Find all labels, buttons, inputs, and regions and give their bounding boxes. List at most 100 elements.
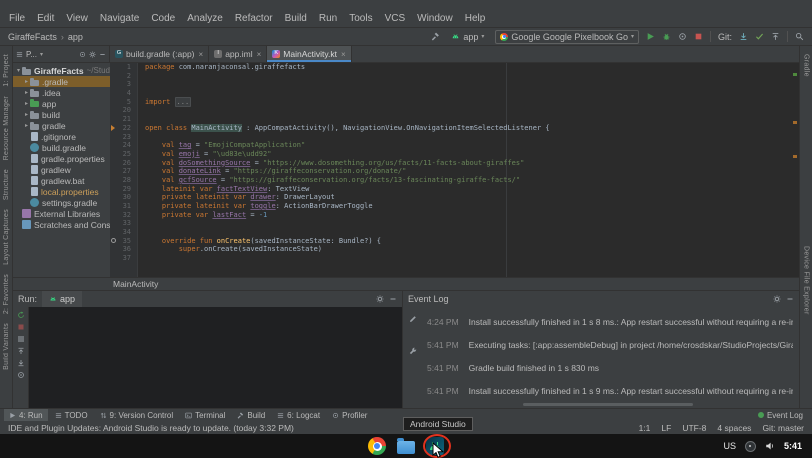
code-line[interactable]: 23 xyxy=(110,133,799,142)
edit-filters-icon[interactable] xyxy=(409,315,417,323)
tree-item-gradlew.bat[interactable]: gradlew.bat xyxy=(13,175,110,186)
tool-button-1--project[interactable]: 1: Project xyxy=(3,54,10,87)
tree-item-.gitignore[interactable]: .gitignore xyxy=(13,131,110,142)
menu-build[interactable]: Build xyxy=(280,12,312,25)
tree-item-app[interactable]: ▸app xyxy=(13,98,110,109)
status-widget-utf-8[interactable]: UTF-8 xyxy=(682,423,706,433)
logcat-icon[interactable] xyxy=(277,412,284,419)
panel-settings-icon[interactable] xyxy=(773,295,781,303)
menu-navigate[interactable]: Navigate xyxy=(95,12,144,25)
tool-window-button-event-log[interactable]: Event Log xyxy=(753,411,808,420)
menu-vcs[interactable]: VCS xyxy=(380,12,411,25)
menu-analyze[interactable]: Analyze xyxy=(182,12,228,25)
chevron-down-icon[interactable]: ▾ xyxy=(40,51,43,58)
line-number[interactable]: 24 xyxy=(110,141,137,150)
menu-code[interactable]: Code xyxy=(146,12,180,25)
line-number[interactable]: 27 xyxy=(110,167,137,176)
git-push-icon[interactable] xyxy=(771,32,780,41)
menu-help[interactable]: Help xyxy=(460,12,491,25)
status-message[interactable]: IDE and Plugin Updates: Android Studio i… xyxy=(8,423,294,433)
code-line[interactable]: 20 xyxy=(110,106,799,115)
menu-window[interactable]: Window xyxy=(412,12,458,25)
line-number[interactable]: 5 xyxy=(110,98,137,107)
tree-item-giraffefacts[interactable]: ▾GiraffeFacts~/StudioProjects/GiraffeF xyxy=(13,65,110,76)
build-icon[interactable] xyxy=(237,412,244,419)
code-line[interactable]: 29 lateinit var factTextView: TextView xyxy=(110,185,799,194)
tool-window-button-4--run[interactable]: 4: Run xyxy=(4,409,48,421)
play-icon[interactable] xyxy=(9,412,16,419)
code-line[interactable]: 32 private var lastFact = -1 xyxy=(110,211,799,220)
chrome-app-icon[interactable] xyxy=(368,437,386,455)
run-options-icon[interactable] xyxy=(17,335,25,343)
code-line[interactable]: 3 xyxy=(110,80,799,89)
status-widget-1-1[interactable]: 1:1 xyxy=(639,423,651,433)
tool-button-resource-manager[interactable]: Resource Manager xyxy=(3,96,10,160)
menu-edit[interactable]: Edit xyxy=(32,12,59,25)
tool-button-structure[interactable]: Structure xyxy=(3,169,10,200)
code-line[interactable]: 25 val emoji = "\ud83e\udd92" xyxy=(110,150,799,159)
line-number[interactable]: 26 xyxy=(110,159,137,168)
build-hammer-icon[interactable] xyxy=(431,32,440,41)
line-number[interactable]: 32 xyxy=(110,211,137,220)
code-line[interactable]: 24 val tag = "EmojiCompatApplication" xyxy=(110,141,799,150)
tool-window-button-terminal[interactable]: Terminal xyxy=(180,409,230,421)
tree-expand-icon[interactable]: ▸ xyxy=(23,89,30,96)
close-tab-icon[interactable]: × xyxy=(341,50,346,59)
tool-window-button-build[interactable]: Build xyxy=(232,409,270,421)
line-number[interactable]: 23 xyxy=(110,133,137,142)
tab-app.iml[interactable]: Iapp.iml× xyxy=(209,46,267,62)
clock[interactable]: 5:41 xyxy=(784,441,802,451)
files-app-icon[interactable] xyxy=(397,441,415,454)
line-number[interactable]: 22 xyxy=(110,124,137,133)
line-number[interactable]: 21 xyxy=(110,115,137,124)
close-tab-icon[interactable]: × xyxy=(257,50,262,59)
code-line[interactable]: 2 xyxy=(110,72,799,81)
menu-run[interactable]: Run xyxy=(314,12,342,25)
tree-item-gradle.properties[interactable]: gradle.properties xyxy=(13,153,110,164)
status-widget-lf[interactable]: LF xyxy=(661,423,671,433)
code-line[interactable]: 4 xyxy=(110,89,799,98)
profiler-icon[interactable] xyxy=(332,412,339,419)
run-button[interactable] xyxy=(646,32,655,41)
code-line[interactable]: 34 xyxy=(110,228,799,237)
code-line[interactable]: 26 val doSomethingSource = "https://www.… xyxy=(110,159,799,168)
line-number[interactable]: 2 xyxy=(110,72,137,81)
menu-tools[interactable]: Tools xyxy=(344,12,377,25)
tree-expand-icon[interactable]: ▸ xyxy=(23,111,30,118)
code-line[interactable]: 22open class MainActivity : AppCompatAct… xyxy=(110,124,799,133)
tree-expand-icon[interactable]: ▸ xyxy=(23,100,30,107)
todo-icon[interactable] xyxy=(55,412,62,419)
code-line[interactable]: 28 val gcfSource = "https://giraffeconse… xyxy=(110,176,799,185)
status-widget-4-spaces[interactable]: 4 spaces xyxy=(717,423,751,433)
line-number[interactable]: 33 xyxy=(110,219,137,228)
project-panel-title[interactable]: P... xyxy=(26,50,37,59)
tool-button-build-variants[interactable]: Build Variants xyxy=(3,323,10,370)
tree-item-scratches-and-consoles[interactable]: Scratches and Consoles xyxy=(13,219,110,230)
scroll-up-icon[interactable] xyxy=(17,347,25,355)
tree-item-.idea[interactable]: ▸.idea xyxy=(13,87,110,98)
search-everywhere-icon[interactable] xyxy=(795,32,804,41)
hide-panel-icon[interactable] xyxy=(786,295,794,303)
locate-file-icon[interactable] xyxy=(79,51,86,58)
volume-icon[interactable] xyxy=(765,441,775,451)
tool-window-button-profiler[interactable]: Profiler xyxy=(327,409,372,421)
run-gutter-icon[interactable] xyxy=(111,125,115,131)
hide-panel-icon[interactable] xyxy=(389,295,397,303)
tool-button-layout-captures[interactable]: Layout Captures xyxy=(3,209,10,265)
line-number[interactable]: 28 xyxy=(110,176,137,185)
rerun-button[interactable] xyxy=(17,311,25,319)
code-editor[interactable]: 1package com.naranjaconsal.giraffefacts2… xyxy=(110,63,799,277)
breadcrumb-class[interactable]: MainActivity xyxy=(113,279,158,289)
settings-wrench-icon[interactable] xyxy=(409,347,417,355)
line-number[interactable]: 25 xyxy=(110,150,137,159)
tree-expand-icon[interactable]: ▸ xyxy=(23,122,30,129)
code-line[interactable]: 31 private lateinit var toggle: ActionBa… xyxy=(110,202,799,211)
stop-button[interactable] xyxy=(17,323,25,331)
code-line[interactable]: 30 private lateinit var drawer: DrawerLa… xyxy=(110,193,799,202)
hide-panel-icon[interactable] xyxy=(99,51,106,58)
device-selector[interactable]: Google Google Pixelbook Go ▾ xyxy=(495,30,639,44)
line-number[interactable]: 3 xyxy=(110,80,137,89)
tree-item-.gradle[interactable]: ▸.gradle xyxy=(13,76,110,87)
stop-button[interactable] xyxy=(694,32,703,41)
terminal-icon[interactable] xyxy=(185,412,192,419)
